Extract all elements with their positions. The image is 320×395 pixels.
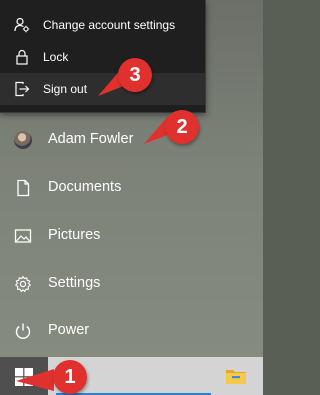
lock-icon [16,49,28,65]
callout-1: 1 [53,360,87,394]
power-label: Power [48,322,90,338]
callout-1-number: 1 [64,365,76,388]
settings-button[interactable]: Settings [0,261,263,307]
change-account-settings-item[interactable]: Change account settings [0,9,205,41]
callout-3-number: 3 [129,63,141,86]
callout-3: 3 [118,58,152,92]
change-account-settings-label: Change account settings [43,18,176,32]
power-icon [15,323,31,339]
user-account-button[interactable]: Adam Fowler [0,117,263,163]
file-explorer-icon [226,370,246,384]
document-icon [17,179,30,197]
sign-out-icon [15,81,30,97]
file-explorer-button[interactable] [213,357,259,395]
sign-out-label: Sign out [43,82,88,96]
avatar [14,131,32,149]
settings-label: Settings [48,275,101,291]
pictures-icon [14,229,32,243]
person-gear-icon [14,17,30,33]
callout-2-number: 2 [176,115,188,138]
gear-icon [15,275,31,293]
lock-label: Lock [43,50,69,64]
pictures-label: Pictures [48,227,101,243]
documents-label: Documents [48,179,122,195]
power-button[interactable]: Power [0,308,263,354]
callout-2: 2 [165,110,199,144]
pictures-button[interactable]: Pictures [0,213,263,259]
documents-button[interactable]: Documents [0,165,263,211]
user-name: Adam Fowler [48,131,134,147]
